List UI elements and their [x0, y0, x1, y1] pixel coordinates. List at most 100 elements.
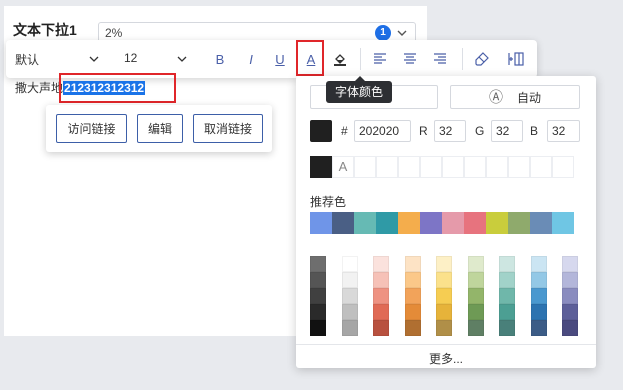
palette-color-swatch[interactable]	[341, 288, 358, 304]
recent-text-color-icon[interactable]: A	[332, 156, 354, 178]
palette-color-swatch[interactable]	[310, 256, 326, 272]
recent-color-slot[interactable]	[354, 156, 376, 178]
palette-color-swatch[interactable]	[562, 272, 578, 288]
underline-button[interactable]: U	[270, 49, 290, 69]
palette-column	[467, 256, 484, 336]
font-size-select[interactable]: 12	[124, 51, 137, 65]
palette-color-swatch[interactable]	[404, 272, 421, 288]
palette-color-swatch[interactable]	[436, 256, 452, 272]
palette-color-swatch[interactable]	[310, 304, 326, 320]
align-center-button[interactable]	[400, 49, 420, 69]
recent-color-swatch[interactable]	[310, 156, 332, 178]
palette-color-swatch[interactable]	[562, 304, 578, 320]
palette-color-swatch[interactable]	[467, 272, 484, 288]
align-right-button[interactable]	[430, 49, 450, 69]
palette-color-swatch[interactable]	[310, 288, 326, 304]
palette-color-swatch[interactable]	[310, 320, 326, 336]
palette-color-swatch[interactable]	[373, 256, 389, 272]
recent-color-slot[interactable]	[508, 156, 530, 178]
eraser-button[interactable]	[472, 49, 492, 69]
recommended-color-swatch[interactable]	[420, 212, 442, 234]
recommended-color-swatch[interactable]	[376, 212, 398, 234]
italic-button[interactable]: I	[241, 49, 261, 69]
recommended-color-swatch[interactable]	[552, 212, 574, 234]
palette-color-swatch[interactable]	[373, 288, 389, 304]
palette-color-swatch[interactable]	[530, 320, 547, 336]
palette-color-swatch[interactable]	[341, 272, 358, 288]
b-input[interactable]: 32	[547, 120, 580, 142]
palette-color-swatch[interactable]	[467, 304, 484, 320]
palette-color-swatch[interactable]	[310, 272, 326, 288]
background-color-button[interactable]	[330, 49, 350, 69]
recommended-color-swatch[interactable]	[442, 212, 464, 234]
align-left-button[interactable]	[370, 49, 390, 69]
current-color-swatch	[310, 120, 332, 142]
palette-color-swatch[interactable]	[467, 288, 484, 304]
recommended-color-swatch[interactable]	[508, 212, 530, 234]
recent-color-slot[interactable]	[442, 156, 464, 178]
font-family-select[interactable]: 默认	[15, 51, 39, 68]
palette-color-swatch[interactable]	[499, 288, 515, 304]
palette-color-swatch[interactable]	[530, 304, 547, 320]
palette-color-swatch[interactable]	[499, 256, 515, 272]
insert-column-button[interactable]	[506, 49, 526, 69]
more-colors-link[interactable]: 更多...	[296, 350, 596, 367]
recent-color-slot[interactable]	[552, 156, 574, 178]
palette-color-swatch[interactable]	[467, 320, 484, 336]
recent-color-slot[interactable]	[486, 156, 508, 178]
edit-link-button[interactable]: 编辑	[137, 114, 183, 143]
auto-color-button[interactable]: Ⓐ 自动	[450, 85, 580, 109]
visit-link-button[interactable]: 访问链接	[56, 114, 127, 143]
palette-column	[341, 256, 358, 336]
palette-color-swatch[interactable]	[530, 272, 547, 288]
hex-input[interactable]: 202020	[354, 120, 411, 142]
recommended-color-swatch[interactable]	[354, 212, 376, 234]
palette-color-swatch[interactable]	[373, 320, 389, 336]
palette-color-swatch[interactable]	[404, 256, 421, 272]
recommended-color-swatch[interactable]	[530, 212, 552, 234]
palette-column	[310, 256, 326, 336]
palette-color-swatch[interactable]	[499, 320, 515, 336]
recent-color-slot[interactable]	[420, 156, 442, 178]
palette-color-swatch[interactable]	[562, 320, 578, 336]
recent-color-slot[interactable]	[464, 156, 486, 178]
palette-column	[436, 256, 452, 336]
bold-button[interactable]: B	[210, 49, 230, 69]
palette-color-swatch[interactable]	[436, 272, 452, 288]
palette-color-swatch[interactable]	[436, 304, 452, 320]
color-palette	[310, 256, 594, 336]
recommended-color-swatch[interactable]	[332, 212, 354, 234]
palette-color-swatch[interactable]	[404, 320, 421, 336]
recommended-color-swatch[interactable]	[486, 212, 508, 234]
recent-color-slot[interactable]	[376, 156, 398, 178]
palette-color-swatch[interactable]	[404, 288, 421, 304]
palette-color-swatch[interactable]	[341, 320, 358, 336]
palette-color-swatch[interactable]	[436, 320, 452, 336]
palette-color-swatch[interactable]	[499, 304, 515, 320]
palette-color-swatch[interactable]	[467, 256, 484, 272]
recent-color-slot[interactable]	[398, 156, 420, 178]
recent-color-slot[interactable]	[530, 156, 552, 178]
palette-color-swatch[interactable]	[373, 304, 389, 320]
palette-color-swatch[interactable]	[562, 288, 578, 304]
palette-color-swatch[interactable]	[341, 256, 358, 272]
palette-color-swatch[interactable]	[373, 272, 389, 288]
chevron-down-icon[interactable]	[176, 53, 188, 65]
palette-column	[562, 256, 578, 336]
palette-color-swatch[interactable]	[404, 304, 421, 320]
palette-color-swatch[interactable]	[530, 288, 547, 304]
palette-color-swatch[interactable]	[562, 256, 578, 272]
chevron-down-icon[interactable]	[88, 53, 100, 65]
recommended-color-swatch[interactable]	[310, 212, 332, 234]
palette-color-swatch[interactable]	[499, 272, 515, 288]
palette-color-swatch[interactable]	[436, 288, 452, 304]
palette-color-swatch[interactable]	[341, 304, 358, 320]
recommended-color-swatch[interactable]	[398, 212, 420, 234]
palette-color-swatch[interactable]	[530, 256, 547, 272]
count-badge: 1	[375, 25, 391, 41]
g-input[interactable]: 32	[491, 120, 523, 142]
recommended-color-swatch[interactable]	[464, 212, 486, 234]
eraser-icon	[475, 52, 489, 66]
r-input[interactable]: 32	[434, 120, 466, 142]
unlink-button[interactable]: 取消链接	[193, 114, 263, 143]
